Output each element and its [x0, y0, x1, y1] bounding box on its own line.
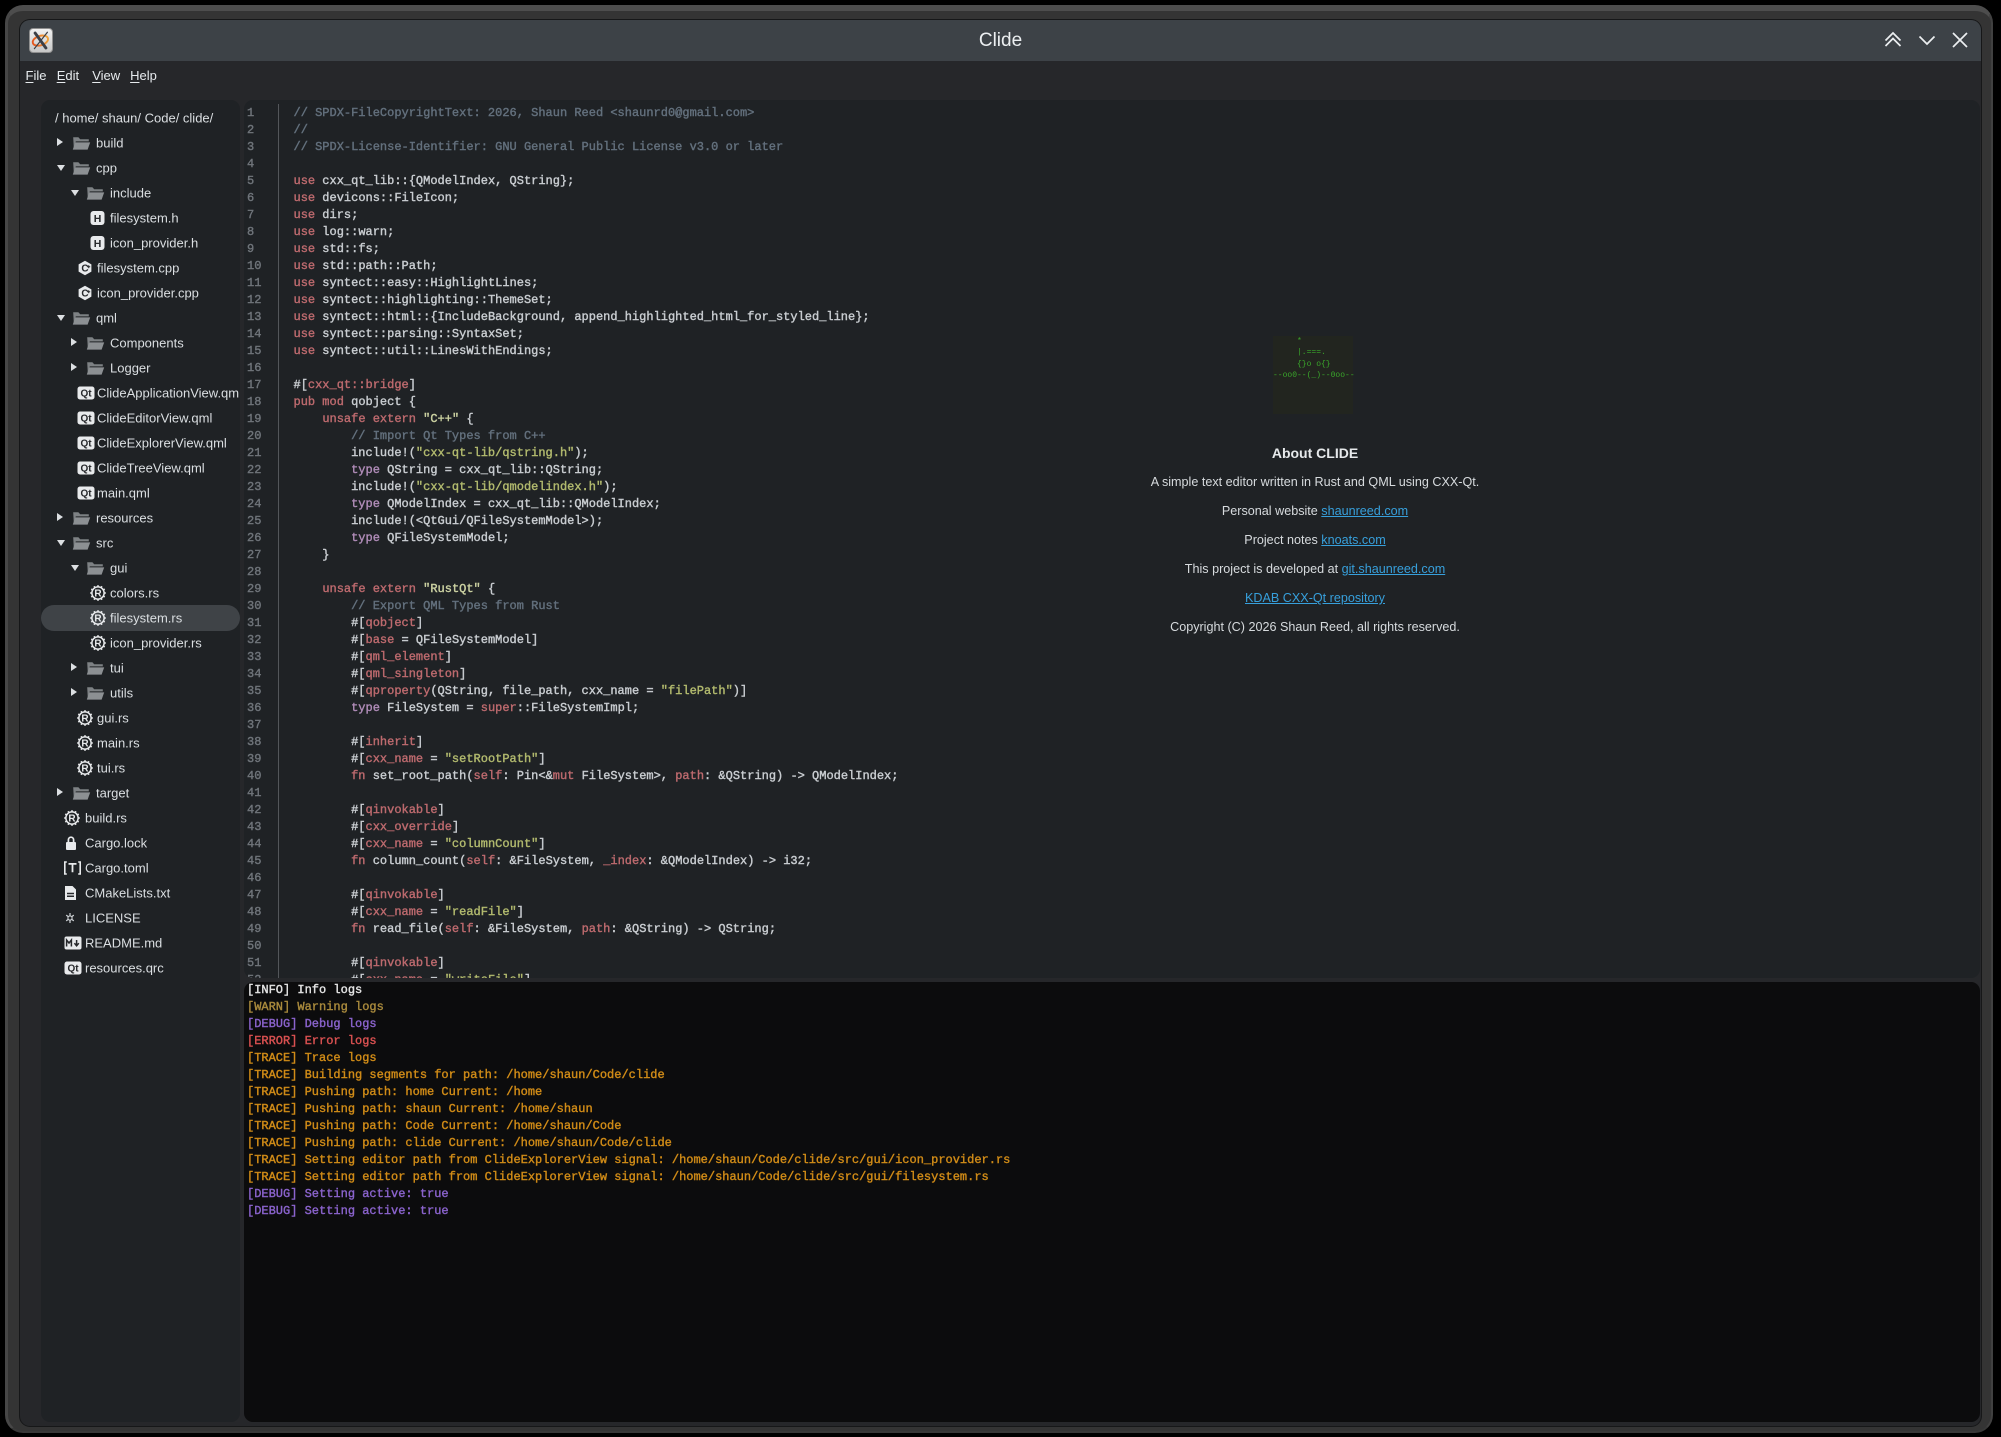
svg-text:Qt: Qt: [80, 438, 92, 449]
svg-text:Qt: Qt: [80, 413, 92, 424]
svg-text:Qt: Qt: [80, 488, 92, 499]
svg-text:H: H: [94, 237, 102, 249]
svg-text:R: R: [94, 588, 102, 599]
svg-text:Qt: Qt: [80, 388, 92, 399]
svg-text:R: R: [94, 613, 102, 624]
svg-text:C: C: [81, 288, 88, 299]
svg-text:R: R: [68, 813, 76, 824]
svg-text:Qt: Qt: [67, 963, 79, 974]
svg-text:R: R: [81, 763, 89, 774]
svg-text:C: C: [81, 263, 88, 274]
svg-text:R: R: [94, 638, 102, 649]
svg-text:Qt: Qt: [80, 463, 92, 474]
svg-text:R: R: [81, 713, 89, 724]
svg-text:R: R: [81, 738, 89, 749]
svg-text:H: H: [94, 212, 102, 224]
